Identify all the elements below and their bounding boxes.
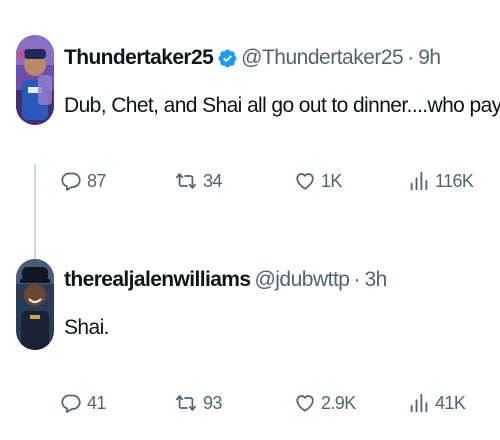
views-button[interactable]: 41K	[408, 388, 466, 418]
like-icon	[296, 173, 314, 190]
view-count: 41K	[435, 392, 466, 413]
handle[interactable]: @Thundertaker25	[241, 46, 404, 70]
reply-button[interactable]: 87	[60, 166, 106, 196]
like-count: 1K	[321, 170, 342, 191]
avatar[interactable]	[16, 259, 54, 350]
handle[interactable]: @jdubwttp	[254, 268, 350, 292]
separator-dot: ·	[407, 46, 415, 69]
action-bar: 41 93 2.9K 41K	[60, 388, 480, 418]
like-button[interactable]: 1K	[294, 166, 342, 196]
repost-icon	[175, 173, 197, 189]
views-button[interactable]: 116K	[408, 166, 474, 196]
action-bar: 87 34 1K 116K	[60, 166, 480, 196]
reply-icon	[61, 394, 81, 413]
timestamp[interactable]: 9h	[418, 46, 441, 70]
tweet-thread: Thundertaker25 @Thundertaker25 · 9h Dub,…	[0, 0, 500, 440]
separator-dot: ·	[353, 268, 361, 291]
views-icon	[410, 393, 428, 413]
view-count: 116K	[435, 170, 474, 191]
reply-icon	[61, 172, 81, 191]
repost-button[interactable]: 34	[174, 166, 222, 196]
like-icon	[296, 395, 314, 412]
display-name[interactable]: Thundertaker25	[64, 46, 214, 70]
tweet-header: therealjalenwilliams @jdubwttp · 3h	[64, 264, 387, 296]
repost-icon	[175, 395, 197, 411]
like-count: 2.9K	[321, 392, 356, 413]
repost-button[interactable]: 93	[174, 388, 222, 418]
display-name[interactable]: therealjalenwilliams	[64, 268, 251, 292]
views-icon	[410, 171, 428, 191]
repost-count: 34	[203, 170, 222, 191]
tweet-text: Dub, Chet, and Shai all go out to dinner…	[64, 94, 500, 117]
avatar-image	[16, 35, 54, 125]
tweet-text: Shai.	[64, 316, 109, 339]
like-button[interactable]: 2.9K	[294, 388, 356, 418]
avatar-image	[16, 259, 54, 350]
verified-badge-icon	[217, 48, 238, 69]
repost-count: 93	[203, 392, 222, 413]
reply-count: 87	[87, 170, 106, 191]
timestamp[interactable]: 3h	[364, 268, 387, 292]
tweet-header: Thundertaker25 @Thundertaker25 · 9h	[64, 42, 441, 74]
reply-button[interactable]: 41	[60, 388, 106, 418]
avatar[interactable]	[16, 35, 54, 125]
reply-count: 41	[87, 392, 106, 413]
